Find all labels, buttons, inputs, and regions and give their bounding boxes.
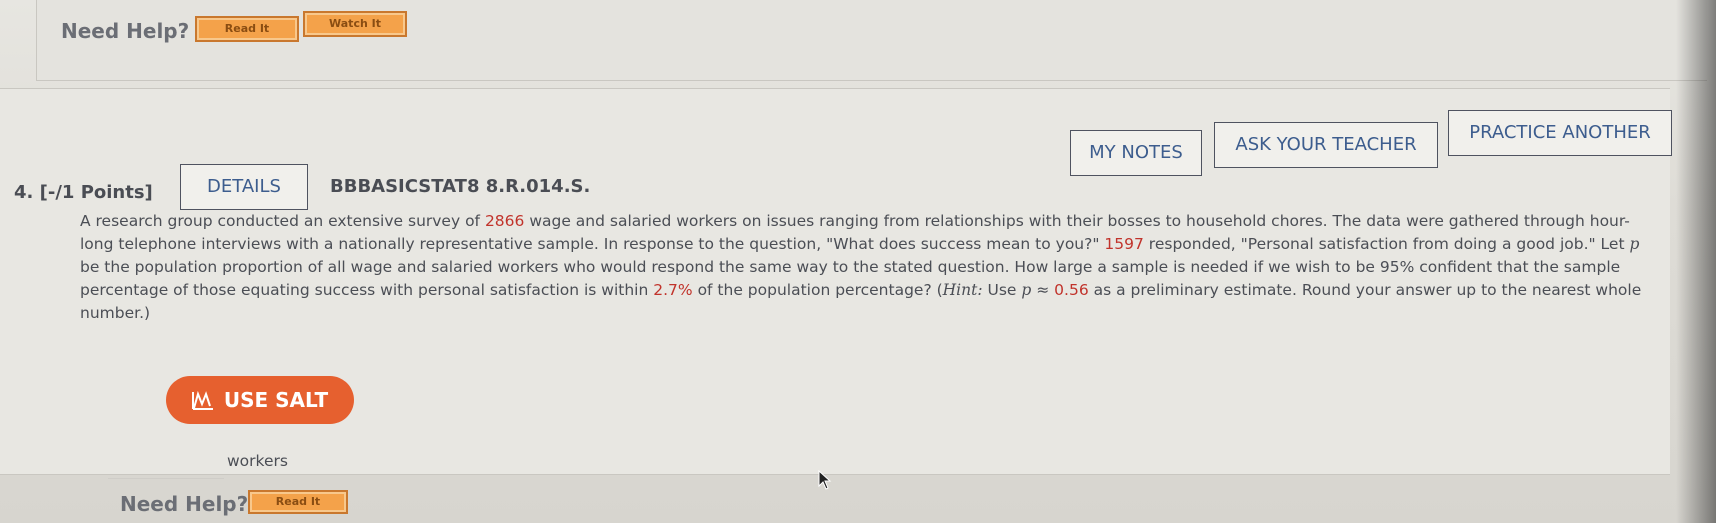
watch-it-button[interactable]: Watch It bbox=[303, 11, 407, 37]
edge-shadow bbox=[1676, 0, 1716, 523]
survey-size-value: 2866 bbox=[484, 212, 525, 230]
ask-your-teacher-button[interactable]: ASK YOUR TEACHER bbox=[1214, 122, 1438, 168]
hint-label: Hint: bbox=[942, 281, 983, 299]
responded-count-value: 1597 bbox=[1104, 235, 1144, 253]
read-it-button[interactable]: Read It bbox=[195, 16, 299, 42]
previous-question-panel: Need Help? Read It Watch It bbox=[36, 0, 1707, 81]
my-notes-button[interactable]: MY NOTES bbox=[1070, 130, 1202, 176]
question-code: BBBASICSTAT8 8.R.014.S. bbox=[330, 176, 591, 197]
variable-p: p bbox=[1629, 235, 1640, 253]
practice-another-button[interactable]: PRACTICE ANOTHER bbox=[1448, 110, 1672, 156]
variable-p: p bbox=[1021, 281, 1032, 299]
text-part: A research group conducted an extensive … bbox=[80, 212, 485, 230]
need-help-label: Need Help? bbox=[120, 492, 249, 516]
preliminary-estimate-value: 0.56 bbox=[1054, 281, 1089, 299]
question-number-points: 4. [-/1 Points] bbox=[14, 182, 153, 203]
question-text: A research group conducted an extensive … bbox=[80, 210, 1660, 325]
approx-symbol: ≈ bbox=[1031, 281, 1055, 299]
page: Need Help? Read It Watch It 4. [-/1 Poin… bbox=[0, 0, 1716, 523]
read-it-button[interactable]: Read It bbox=[248, 490, 348, 514]
use-salt-button[interactable]: USE SALT bbox=[166, 376, 354, 424]
text-part: of the population percentage? ( bbox=[692, 281, 943, 299]
margin-of-error-value: 2.7% bbox=[653, 281, 693, 299]
text-part: responded, "Personal satisfaction from d… bbox=[1143, 235, 1630, 253]
answer-input[interactable] bbox=[108, 450, 224, 479]
answer-unit-label: workers bbox=[227, 452, 288, 470]
salt-chart-icon bbox=[191, 390, 213, 410]
need-help-label: Need Help? bbox=[61, 19, 190, 43]
details-button[interactable]: DETAILS bbox=[180, 164, 308, 210]
use-salt-label: USE SALT bbox=[223, 388, 329, 412]
text-part: Use bbox=[982, 281, 1022, 299]
mouse-cursor-icon bbox=[818, 470, 832, 490]
